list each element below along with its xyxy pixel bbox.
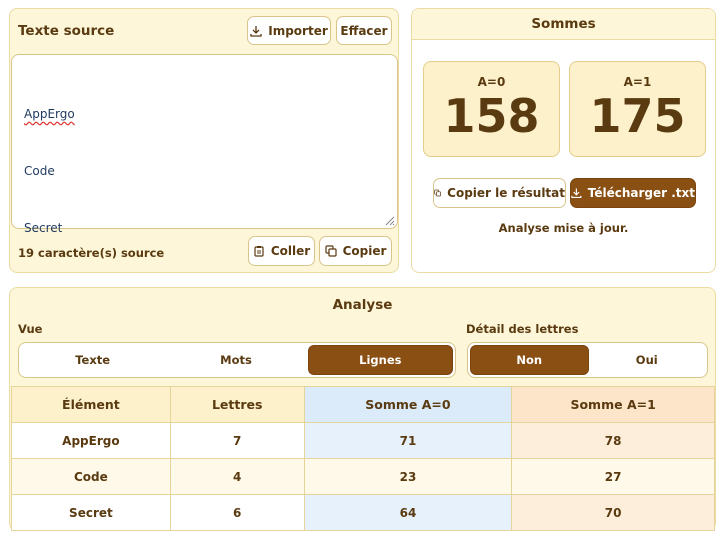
download-icon	[571, 188, 582, 199]
column-header: Somme A=0	[303, 386, 513, 423]
cell-letters: 4	[169, 458, 305, 495]
source-textarea[interactable]: AppErgo Code Secret	[11, 54, 398, 235]
cell-sum-a0: 23	[303, 458, 513, 495]
copy-icon	[434, 189, 441, 197]
table-row: AppErgo 7 71 78	[11, 422, 715, 459]
resize-grip-icon[interactable]	[383, 214, 395, 226]
copy-label: Copier	[342, 244, 387, 258]
import-label: Importer	[268, 23, 328, 38]
detail-segmented-control: Non Oui	[467, 342, 708, 378]
copy-button[interactable]: Copier	[319, 236, 392, 266]
download-txt-button[interactable]: Télécharger .txt	[570, 178, 696, 208]
source-title: Texte source	[18, 23, 115, 39]
column-header: Somme A=1	[511, 386, 715, 423]
analysis-table: Élément Lettres Somme A=0 Somme A=1 AppE…	[11, 386, 715, 531]
detail-label: Détail des lettres	[466, 322, 579, 336]
view-segmented-control: Texte Mots Lignes	[18, 342, 456, 378]
cell-sum-a0: 64	[303, 494, 513, 531]
import-button[interactable]: Importer	[247, 16, 331, 45]
copy-icon	[324, 245, 337, 257]
detail-option-no[interactable]: Non	[470, 345, 589, 375]
paste-button[interactable]: Coller	[248, 236, 315, 266]
copy-result-label: Copier le résultat	[447, 186, 565, 200]
sums-header: Sommes	[412, 9, 715, 40]
view-option-words[interactable]: Mots	[164, 345, 307, 375]
analysis-panel: Analyse Vue Détail des lettres Texte Mot…	[9, 287, 716, 531]
sum-label-a0: A=0	[477, 75, 506, 89]
view-option-lines[interactable]: Lignes	[307, 345, 453, 375]
copy-result-button[interactable]: Copier le résultat	[433, 178, 566, 208]
sum-value-a1: 175	[589, 89, 686, 143]
source-panel: Texte source Importer Effacer AppErgo Co…	[9, 8, 399, 273]
cell-sum-a1: 27	[511, 458, 715, 495]
cell-element: AppErgo	[11, 422, 171, 459]
source-line: AppErgo	[24, 107, 75, 121]
sum-card-a1: A=1 175	[569, 61, 706, 157]
column-header: Élément	[11, 386, 171, 423]
sum-value-a0: 158	[443, 89, 540, 143]
column-header: Lettres	[169, 386, 305, 423]
sums-panel: Sommes A=0 158 A=1 175 Copier le résulta…	[411, 8, 716, 273]
char-count: 19 caractère(s) source	[18, 246, 165, 260]
source-line: Code	[24, 164, 55, 178]
download-label: Télécharger .txt	[587, 186, 695, 200]
table-header-row: Élément Lettres Somme A=0 Somme A=1	[11, 386, 715, 423]
table-row: Code 4 23 27	[11, 458, 715, 495]
status-text: Analyse mise à jour.	[498, 221, 629, 235]
cell-sum-a1: 78	[511, 422, 715, 459]
cell-element: Secret	[11, 494, 171, 531]
view-label: Vue	[18, 322, 43, 336]
cell-sum-a1: 70	[511, 494, 715, 531]
sum-card-a0: A=0 158	[423, 61, 560, 157]
sum-label-a1: A=1	[623, 75, 652, 89]
view-option-text[interactable]: Texte	[21, 345, 164, 375]
clear-label: Effacer	[340, 23, 388, 38]
analysis-title: Analyse	[332, 297, 393, 313]
sums-title: Sommes	[531, 16, 596, 32]
clipboard-icon	[254, 246, 264, 257]
download-icon	[250, 25, 262, 37]
paste-label: Coller	[270, 244, 311, 258]
cell-sum-a0: 71	[303, 422, 513, 459]
table-row: Secret 6 64 70	[11, 494, 715, 531]
clear-button[interactable]: Effacer	[336, 16, 392, 45]
cell-element: Code	[11, 458, 171, 495]
cell-letters: 7	[169, 422, 305, 459]
cell-letters: 6	[169, 494, 305, 531]
detail-option-yes[interactable]: Oui	[589, 345, 706, 375]
